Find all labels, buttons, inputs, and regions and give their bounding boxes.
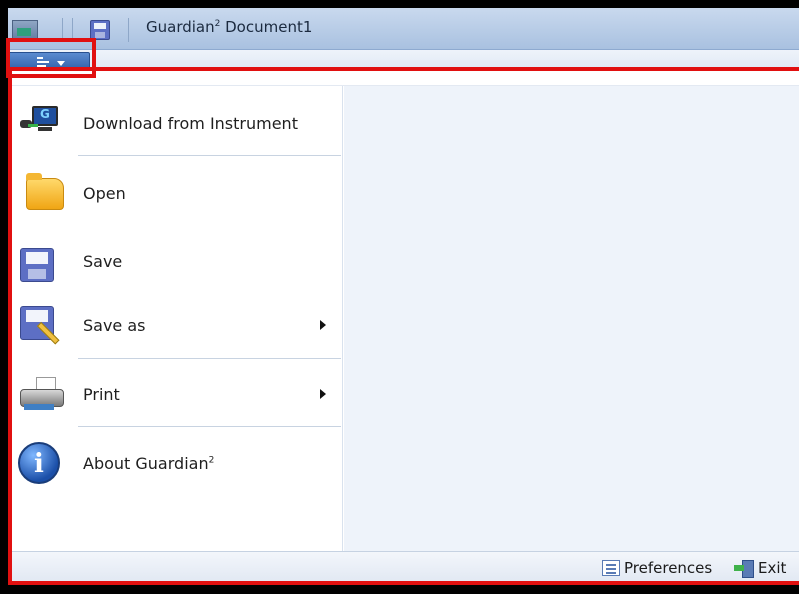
toolbar-separator	[128, 18, 129, 42]
quick-save-icon[interactable]	[90, 20, 110, 40]
annotation-highlight-app-button	[6, 38, 96, 78]
annotation-highlight-menu	[8, 67, 799, 585]
window-title: Guardian2 Document1	[146, 18, 313, 36]
title-bar: Guardian2 Document1	[8, 8, 799, 50]
